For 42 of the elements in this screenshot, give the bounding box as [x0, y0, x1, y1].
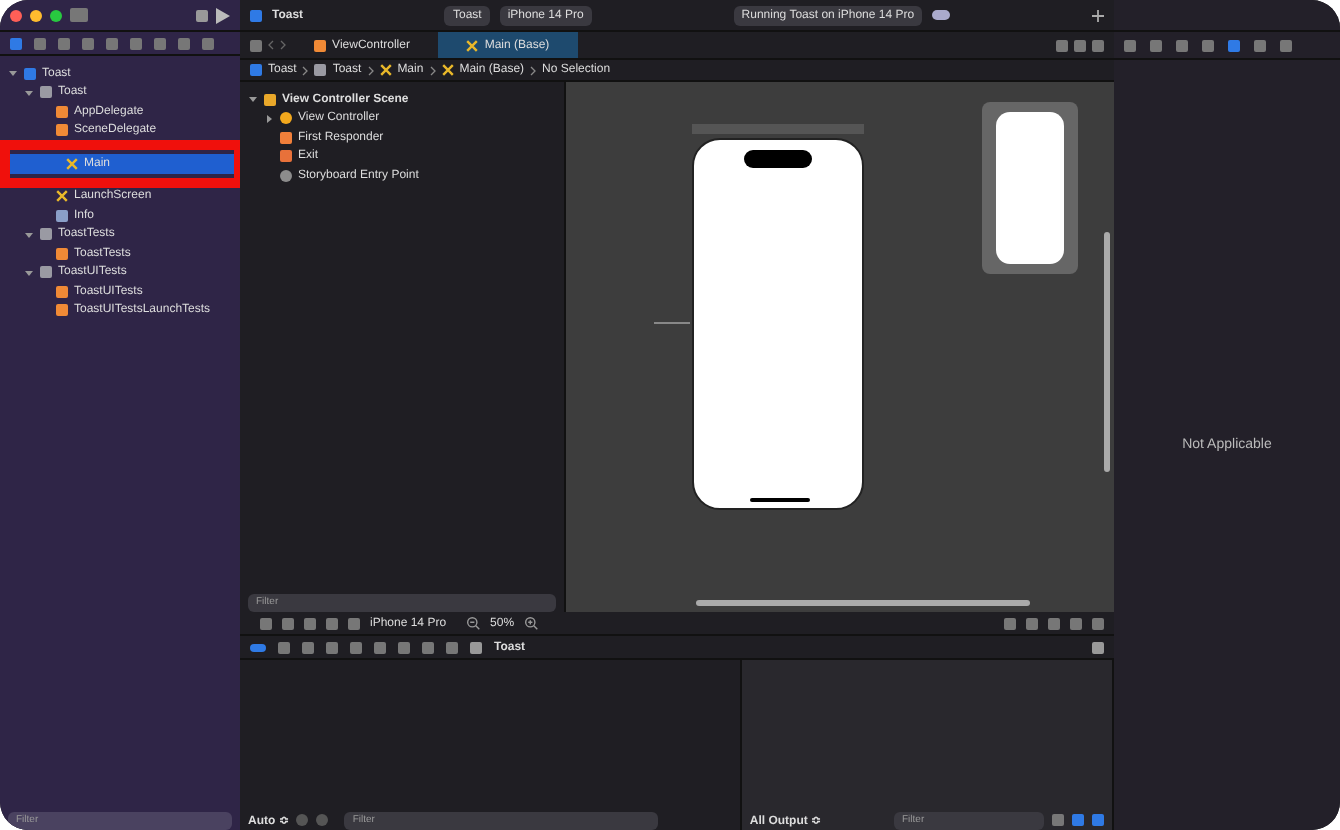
list-icon: [56, 209, 68, 222]
disclosure-icon[interactable]: [24, 87, 34, 98]
scrollbar[interactable]: [696, 600, 1030, 606]
disclosure-icon[interactable]: [24, 267, 34, 278]
zoom-button[interactable]: [50, 9, 62, 21]
folder-icon: [314, 64, 327, 76]
add-icon[interactable]: [1092, 9, 1104, 21]
close-button[interactable]: [10, 9, 22, 21]
disclosure-icon[interactable]: [24, 229, 34, 240]
storyboard-icon: [441, 64, 454, 76]
chevron-icon: [367, 65, 374, 75]
folder-icon: [40, 266, 52, 279]
circle-icon: [280, 169, 292, 182]
storyboard-icon: [66, 157, 78, 170]
folder-icon[interactable]: [10, 37, 22, 49]
file-icon: [250, 64, 262, 76]
toggle-icon[interactable]: [250, 643, 266, 651]
file-icon: [264, 93, 276, 106]
back-icon[interactable]: [268, 40, 274, 50]
chevron-icon: [302, 65, 309, 75]
disclosure-icon[interactable]: [8, 68, 18, 79]
project-icon: [250, 9, 262, 21]
chevron-icon: [429, 65, 436, 75]
scrollbar[interactable]: [1104, 232, 1110, 472]
forward-icon[interactable]: [280, 40, 286, 50]
stop-icon[interactable]: [196, 9, 208, 21]
folder-icon: [40, 228, 52, 241]
file-icon: [24, 67, 36, 80]
folder-icon: [40, 86, 52, 99]
storyboard-icon: [466, 39, 479, 51]
zoom-in-icon[interactable]: [524, 616, 539, 630]
disclosure-icon[interactable]: [264, 113, 274, 124]
run-icon[interactable]: [216, 7, 230, 23]
swift-file-icon: [314, 39, 327, 51]
zoom-out-icon[interactable]: [466, 616, 481, 630]
storyboard-icon: [379, 64, 392, 76]
swift-file-icon: [56, 247, 68, 260]
storyboard-icon: [56, 190, 68, 203]
minimize-button[interactable]: [30, 9, 42, 21]
disclosure-icon[interactable]: [248, 94, 258, 105]
chevron-icon: [530, 65, 537, 75]
circle-icon: [280, 112, 292, 125]
